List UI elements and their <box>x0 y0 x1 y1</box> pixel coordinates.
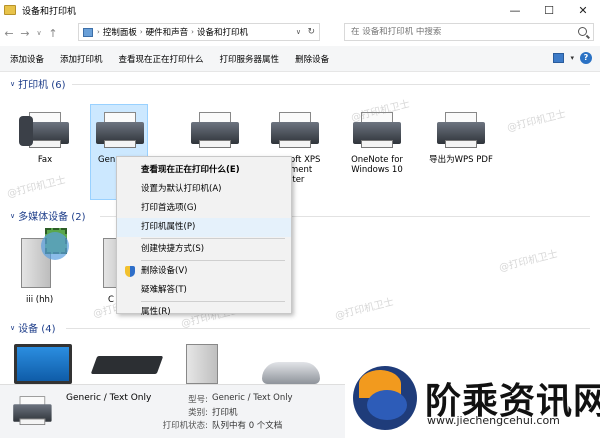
selected-device-name: Generic / Text Only <box>66 393 152 403</box>
collapse-chevron-icon[interactable]: ∨ <box>10 212 15 220</box>
printer-icon <box>92 108 148 152</box>
context-menu: 查看现在正在打印什么(E) 设置为默认打印机(A) 打印首选项(G) 打印机属性… <box>116 156 292 317</box>
breadcrumb-control-panel[interactable]: 控制面板 <box>103 26 137 38</box>
control-panel-icon <box>83 27 93 37</box>
device-mouse[interactable] <box>262 362 324 384</box>
breadcrumb-devices-printers[interactable]: 设备和打印机 <box>197 26 248 38</box>
menu-item-printer-properties[interactable]: 打印机属性(P) <box>117 218 291 237</box>
close-button[interactable]: ✕ <box>566 0 600 20</box>
keyboard-icon <box>90 356 164 374</box>
group-header-multimedia[interactable]: ∨ 多媒体设备 (2) <box>10 208 86 224</box>
printer-icon <box>187 108 243 152</box>
window-controls: — ☐ ✕ <box>498 0 600 20</box>
detail-value: 打印机 <box>212 408 238 418</box>
breadcrumb[interactable]: › 控制面板 › 硬件和声音 › 设备和打印机 ∨ ↻ <box>78 23 320 41</box>
detail-row-model: 型号: Generic / Text Only <box>140 393 293 405</box>
mouse-icon <box>262 362 320 384</box>
group-title: 打印机 (6) <box>18 80 66 91</box>
menu-item-set-default[interactable]: 设置为默认打印机(A) <box>117 180 291 199</box>
breadcrumb-separator[interactable]: › <box>140 28 143 36</box>
menu-item-create-shortcut[interactable]: 创建快捷方式(S) <box>117 240 291 259</box>
device-media-hh[interactable]: iii (hh) <box>6 228 76 306</box>
detail-key: 类别: <box>188 408 208 418</box>
title-bar: 设备和打印机 — ☐ ✕ <box>0 0 600 20</box>
device-onenote[interactable]: OneNote for Windows 10 <box>338 108 416 176</box>
breadcrumb-hardware-sound[interactable]: 硬件和声音 <box>146 26 189 38</box>
view-dropdown-icon[interactable]: ▾ <box>570 54 574 62</box>
media-server-icon <box>91 228 119 292</box>
printer-icon <box>433 108 489 152</box>
group-divider <box>72 84 590 85</box>
group-title: 多媒体设备 (2) <box>18 212 86 223</box>
device-computer[interactable] <box>186 344 226 384</box>
monitor-icon <box>14 344 72 384</box>
menu-item-print-preferences[interactable]: 打印首选项(G) <box>117 199 291 218</box>
breadcrumb-separator[interactable]: › <box>97 28 100 36</box>
address-dropdown-icon[interactable]: ∨ <box>296 28 301 36</box>
menu-item-troubleshoot[interactable]: 疑难解答(T) <box>117 281 291 300</box>
detail-key: 打印机状态: <box>162 421 208 431</box>
group-header-devices[interactable]: ∨ 设备 (4) <box>10 320 56 336</box>
computer-tower-icon <box>186 344 218 384</box>
detail-row-category: 类别: 打印机 <box>140 406 238 418</box>
group-header-printers[interactable]: ∨ 打印机 (6) <box>10 76 66 92</box>
device-label: Fax <box>37 155 53 165</box>
forward-arrow-icon[interactable]: → <box>18 23 32 43</box>
collapse-chevron-icon[interactable]: ∨ <box>10 324 15 332</box>
menu-item-remove-device[interactable]: 删除设备(V) <box>117 262 291 281</box>
add-printer-button[interactable]: 添加打印机 <box>60 53 103 65</box>
fax-icon <box>17 108 73 152</box>
back-arrow-icon[interactable]: ← <box>2 23 16 43</box>
up-arrow-icon[interactable]: ↑ <box>46 23 60 43</box>
menu-separator <box>141 260 285 261</box>
menu-separator <box>141 238 285 239</box>
refresh-icon[interactable]: ↻ <box>307 27 315 37</box>
help-icon[interactable]: ? <box>580 52 592 64</box>
remove-device-button[interactable]: 删除设备 <box>295 53 329 65</box>
printer-icon <box>267 108 323 152</box>
address-bar: ← → ∨ ↑ › 控制面板 › 硬件和声音 › 设备和打印机 ∨ ↻ <box>0 21 600 45</box>
brand-overlay: 阶乘资讯网 www.jiechengcehui.com <box>345 358 600 438</box>
brand-url: www.jiechengcehui.com <box>427 414 560 427</box>
group-title: 设备 (4) <box>18 324 56 335</box>
command-bar: 添加设备 添加打印机 查看现在正在打印什么 打印服务器属性 删除设备 ▾ ? <box>0 46 600 72</box>
window-title: 设备和打印机 <box>22 6 77 17</box>
menu-item-see-printing[interactable]: 查看现在正在打印什么(E) <box>117 161 291 180</box>
collapse-chevron-icon[interactable]: ∨ <box>10 80 15 88</box>
see-whats-printing-button[interactable]: 查看现在正在打印什么 <box>119 53 204 65</box>
search-box[interactable] <box>344 23 594 41</box>
device-printer-3[interactable] <box>176 108 254 152</box>
menu-separator <box>141 301 285 302</box>
printer-icon <box>10 393 54 429</box>
recent-locations-chevron-icon[interactable]: ∨ <box>34 23 44 43</box>
brand-logo-icon <box>353 366 417 430</box>
add-device-button[interactable]: 添加设备 <box>10 53 44 65</box>
detail-value: 队列中有 0 个文档 <box>212 421 283 431</box>
device-label: 导出为WPS PDF <box>429 155 493 165</box>
menu-item-label: 删除设备(V) <box>141 266 188 276</box>
device-keyboard[interactable] <box>90 356 164 374</box>
detail-key: 型号: <box>188 395 208 405</box>
media-server-icon <box>17 228 69 292</box>
detail-row-status: 打印机状态: 队列中有 0 个文档 <box>140 419 283 431</box>
breadcrumb-separator[interactable]: › <box>191 28 194 36</box>
device-fax[interactable]: Fax <box>6 108 84 166</box>
search-icon[interactable] <box>578 27 587 36</box>
device-label: iii (hh) <box>26 295 54 305</box>
devices-printers-folder-icon <box>4 5 16 15</box>
shield-icon <box>125 266 135 277</box>
detail-value: Generic / Text Only <box>212 393 293 403</box>
device-wps-pdf[interactable]: 导出为WPS PDF <box>422 108 500 166</box>
device-label-line2: Windows 10 <box>351 165 403 175</box>
maximize-button[interactable]: ☐ <box>532 0 566 20</box>
menu-item-properties[interactable]: 属性(R) <box>117 303 291 322</box>
group-divider <box>66 328 590 329</box>
device-monitor[interactable] <box>14 344 74 384</box>
print-server-properties-button[interactable]: 打印服务器属性 <box>220 53 280 65</box>
search-input[interactable] <box>351 27 551 37</box>
change-view-icon[interactable] <box>553 53 565 63</box>
minimize-button[interactable]: — <box>498 0 532 20</box>
view-options: ▾ ? <box>553 52 592 64</box>
